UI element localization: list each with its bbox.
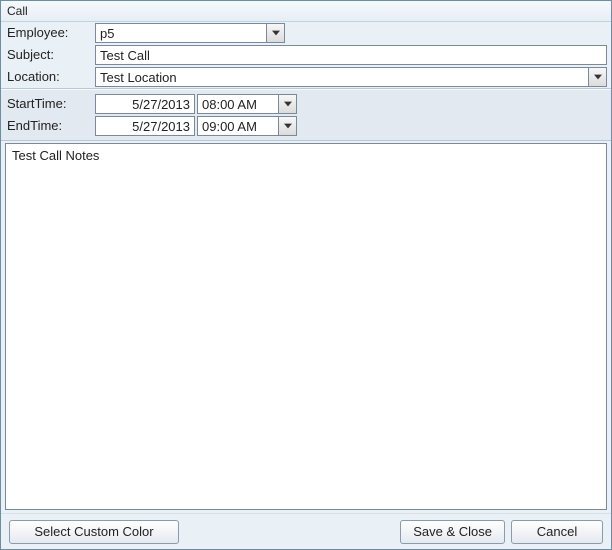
end-date-input[interactable]: 5/27/2013	[95, 116, 195, 136]
employee-dropdown-button[interactable]	[266, 24, 284, 42]
notes-textarea[interactable]	[6, 144, 606, 509]
employee-label: Employee:	[5, 22, 95, 44]
location-dropdown-button[interactable]	[588, 68, 606, 86]
cancel-button[interactable]: Cancel	[511, 520, 603, 544]
employee-combo[interactable]: p5	[95, 23, 285, 43]
end-time-combo[interactable]: 09:00 AM	[197, 116, 297, 136]
dialog-footer: Select Custom Color Save & Close Cancel	[1, 513, 611, 549]
end-date-value: 5/27/2013	[132, 119, 190, 134]
dialog-title: Call	[1, 1, 611, 22]
time-section: StartTime: 5/27/2013 08:00 AM EndTime: 5…	[1, 89, 611, 141]
end-time-value: 09:00 AM	[202, 119, 257, 134]
start-time-dropdown-button[interactable]	[278, 95, 296, 113]
start-date-input[interactable]: 5/27/2013	[95, 94, 195, 114]
call-dialog: Call Employee: p5 Subject: Test Call Loc…	[0, 0, 612, 550]
chevron-down-icon	[284, 123, 292, 129]
subject-label: Subject:	[5, 44, 95, 66]
start-time-combo[interactable]: 08:00 AM	[197, 94, 297, 114]
chevron-down-icon	[594, 74, 602, 80]
chevron-down-icon	[284, 101, 292, 107]
end-time-dropdown-button[interactable]	[278, 117, 296, 135]
subject-value: Test Call	[100, 48, 150, 63]
employee-value: p5	[100, 26, 114, 41]
select-custom-color-button[interactable]: Select Custom Color	[9, 520, 179, 544]
save-and-close-button[interactable]: Save & Close	[400, 520, 505, 544]
start-label: StartTime:	[5, 93, 95, 115]
chevron-down-icon	[272, 30, 280, 36]
start-date-value: 5/27/2013	[132, 97, 190, 112]
end-label: EndTime:	[5, 115, 95, 137]
location-value: Test Location	[100, 70, 177, 85]
notes-container	[5, 143, 607, 510]
location-label: Location:	[5, 66, 95, 88]
start-time-value: 08:00 AM	[202, 97, 257, 112]
header-section: Employee: p5 Subject: Test Call Location…	[1, 22, 611, 89]
subject-input[interactable]: Test Call	[95, 45, 607, 65]
location-combo[interactable]: Test Location	[95, 67, 607, 87]
